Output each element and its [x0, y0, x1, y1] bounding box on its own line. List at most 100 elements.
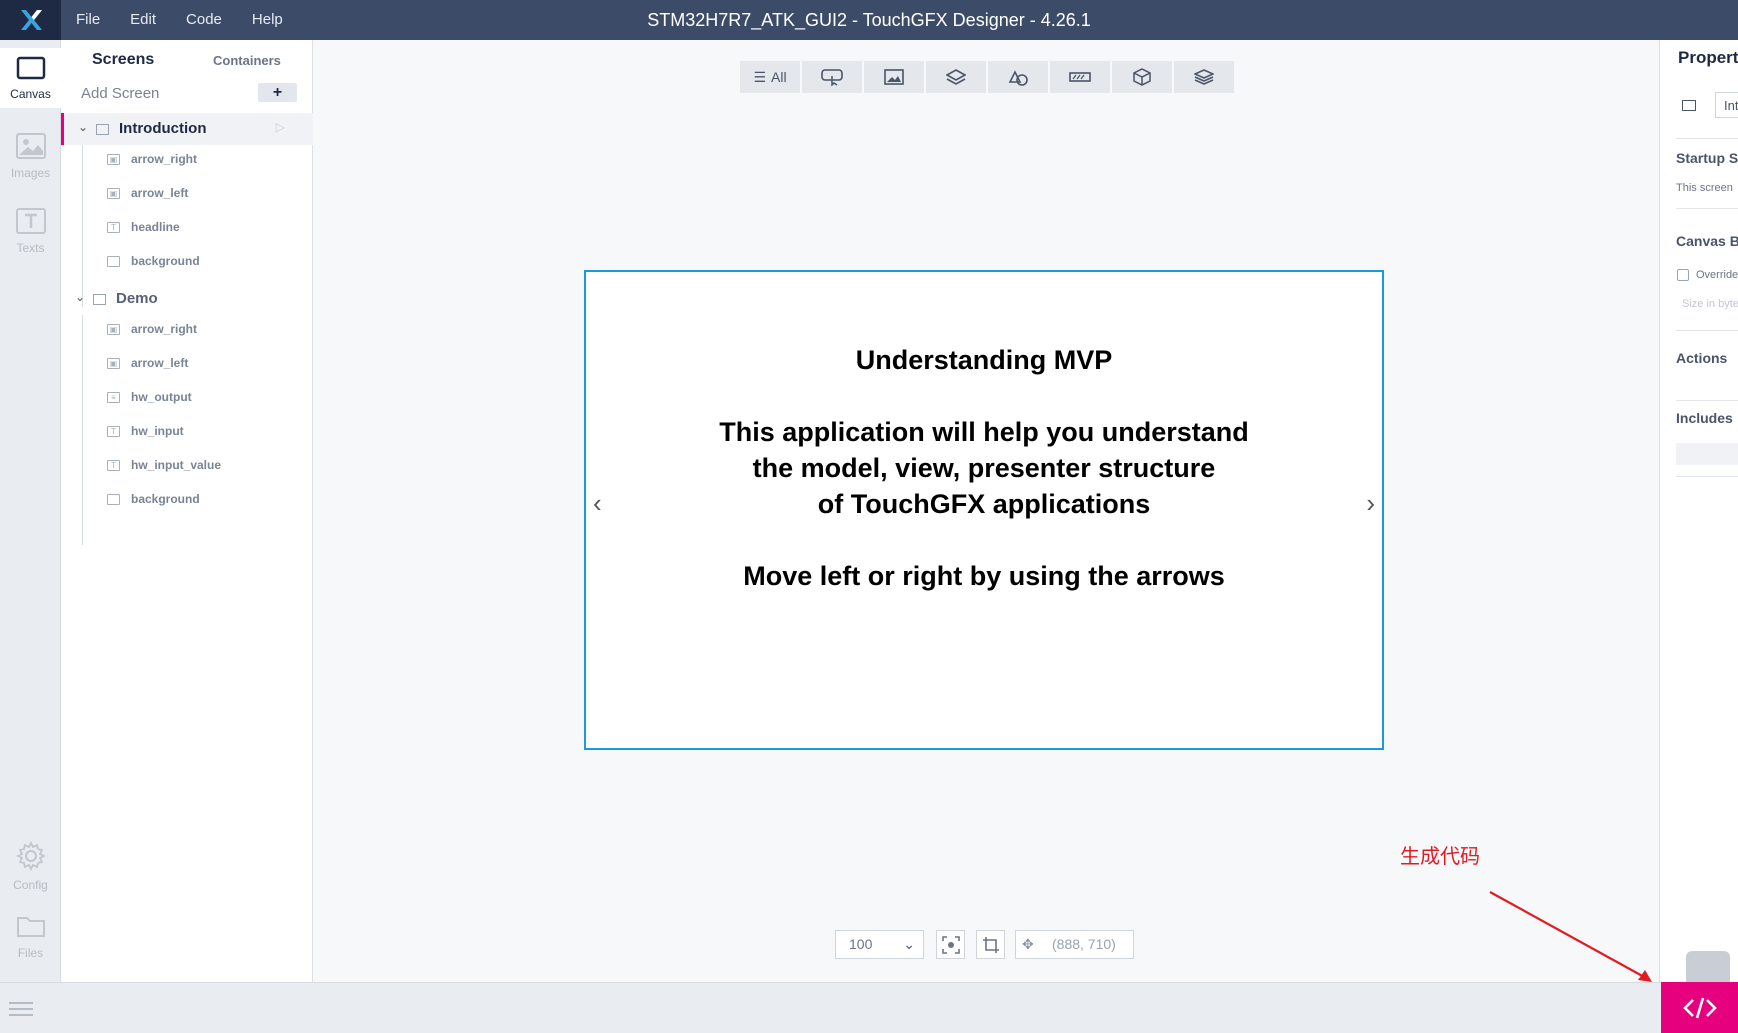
tab-containers[interactable]: Containers	[213, 53, 281, 68]
widget-item[interactable]: ▣ arrow_left	[61, 179, 313, 209]
rail-files[interactable]: Files	[0, 907, 61, 967]
filter-containers-button[interactable]	[926, 61, 986, 93]
widget-name: hw_input	[131, 424, 184, 438]
rail-canvas[interactable]: Canvas	[0, 48, 61, 108]
widget-name: background	[131, 254, 200, 268]
divider	[1676, 476, 1738, 477]
screen-item-introduction[interactable]: ⌄ Introduction ▷	[61, 113, 313, 145]
widget-item[interactable]: T headline	[61, 213, 313, 243]
filter-shapes-button[interactable]	[988, 61, 1048, 93]
filter-images-button[interactable]	[864, 61, 924, 93]
image-widget-icon: ▣	[107, 188, 120, 199]
divider	[1676, 138, 1738, 139]
instruction-text: Move left or right by using the arrows	[743, 561, 1225, 591]
generate-code-button[interactable]	[1661, 982, 1738, 1033]
widget-item[interactable]: T hw_input_value	[61, 451, 313, 481]
main-menu: File Edit Code Help	[61, 0, 298, 40]
menu-edit[interactable]: Edit	[115, 0, 171, 40]
image-icon	[884, 69, 904, 85]
filter-all-button[interactable]: ☰ All	[740, 61, 800, 93]
widget-name: headline	[131, 220, 180, 234]
text-widget-icon: T	[107, 460, 120, 471]
chevron-down-icon[interactable]: ⌄	[75, 290, 85, 304]
canvas-area: ☰ All Understanding MVP This application…	[313, 40, 1659, 982]
cube-icon	[1133, 68, 1151, 86]
widget-item[interactable]: background	[61, 247, 313, 277]
widget-item[interactable]: ≡ hw_output	[61, 383, 313, 413]
move-icon: ✥	[1022, 936, 1034, 952]
screen-icon	[96, 124, 109, 135]
chevron-down-icon[interactable]: ⌄	[78, 120, 88, 134]
title-bar: File Edit Code Help STM32H7R7_ATK_GUI2 -…	[0, 0, 1738, 40]
widget-item[interactable]: ▣ arrow_right	[61, 315, 313, 345]
zoom-value: 100	[849, 936, 873, 952]
includes-heading[interactable]: Includes	[1676, 410, 1733, 426]
canvas-icon	[16, 56, 45, 80]
folder-icon	[16, 917, 45, 937]
includes-field[interactable]	[1676, 443, 1738, 465]
touchgfx-logo[interactable]	[0, 0, 61, 40]
menu-icon[interactable]	[8, 1001, 34, 1017]
tab-screens[interactable]: Screens	[92, 51, 154, 69]
canvas-buffer-heading[interactable]: Canvas Buffer	[1676, 233, 1738, 249]
fit-screen-button[interactable]	[936, 930, 965, 959]
filter-buttons-button[interactable]	[802, 61, 862, 93]
status-bar	[0, 982, 1738, 1033]
zoom-select[interactable]: 100 ⌄	[835, 930, 924, 959]
screen-name: Demo	[116, 290, 158, 307]
size-in-bytes-label: Size in bytes	[1682, 298, 1738, 310]
widget-name: background	[131, 492, 200, 506]
widget-name: hw_input_value	[131, 458, 222, 472]
add-screen-label: Add Screen	[81, 85, 160, 102]
widget-item[interactable]: T hw_input	[61, 417, 313, 447]
widget-item[interactable]: background	[61, 485, 313, 515]
actions-heading[interactable]: Actions	[1676, 350, 1727, 366]
divider	[1676, 330, 1738, 331]
menu-code[interactable]: Code	[171, 0, 237, 40]
screen-name-field[interactable]: Int	[1715, 92, 1738, 118]
widget-toolbar: ☰ All	[740, 61, 1234, 93]
text-widget-icon: T	[107, 222, 120, 233]
rail-config[interactable]: Config	[0, 835, 61, 895]
override-checkbox[interactable]	[1677, 269, 1689, 281]
stack-icon	[1194, 69, 1214, 85]
widget-item[interactable]: ▣ arrow_left	[61, 349, 313, 379]
widget-name: arrow_right	[131, 152, 198, 166]
gear-icon	[15, 840, 46, 872]
headline-text: Understanding MVP	[855, 345, 1113, 375]
cursor-coordinates: ✥ (888, 710)	[1015, 930, 1134, 959]
image-icon	[15, 133, 46, 159]
override-label: Override	[1696, 269, 1738, 281]
add-screen-button[interactable]: +	[258, 83, 297, 102]
screen-preview[interactable]: Understanding MVP This application will …	[584, 270, 1384, 750]
startup-screen-heading[interactable]: Startup Screen	[1676, 150, 1738, 166]
menu-help[interactable]: Help	[237, 0, 298, 40]
filter-miscellanea-button[interactable]	[1174, 61, 1234, 93]
filter-all-label: All	[771, 69, 787, 85]
text-widget-icon: T	[107, 426, 120, 437]
arrow-left-icon[interactable]: ‹	[593, 488, 602, 519]
menu-file[interactable]: File	[61, 0, 115, 40]
screens-panel: Screens Containers Add Screen + ⌄ Introd…	[61, 40, 313, 982]
widget-item[interactable]: ▣ arrow_right	[61, 145, 313, 175]
filter-progress-button[interactable]	[1050, 61, 1110, 93]
rail-canvas-label: Canvas	[10, 87, 51, 101]
navigation-rail: Canvas Images Texts Config Files	[0, 40, 61, 982]
rail-config-label: Config	[13, 878, 48, 892]
touchgfx-designer-window: File Edit Code Help STM32H7R7_ATK_GUI2 -…	[0, 0, 1738, 1033]
screen-icon	[1682, 100, 1696, 111]
x-logo-icon	[20, 10, 42, 30]
description-line-3: of TouchGFX applications	[817, 489, 1151, 519]
divider	[1676, 400, 1738, 401]
crop-button[interactable]	[976, 930, 1005, 959]
play-icon[interactable]: ▷	[276, 120, 285, 134]
rail-images[interactable]: Images	[0, 125, 61, 185]
filter-3d-button[interactable]	[1112, 61, 1172, 93]
description-line-1: This application will help you understan…	[719, 417, 1249, 447]
arrow-right-icon[interactable]: ›	[1366, 488, 1375, 519]
text-icon	[15, 208, 46, 234]
screen-name: Introduction	[119, 120, 207, 137]
screen-item-demo[interactable]: ⌄ Demo	[61, 283, 313, 315]
shapes-icon	[1008, 70, 1028, 86]
rail-texts[interactable]: Texts	[0, 200, 61, 260]
